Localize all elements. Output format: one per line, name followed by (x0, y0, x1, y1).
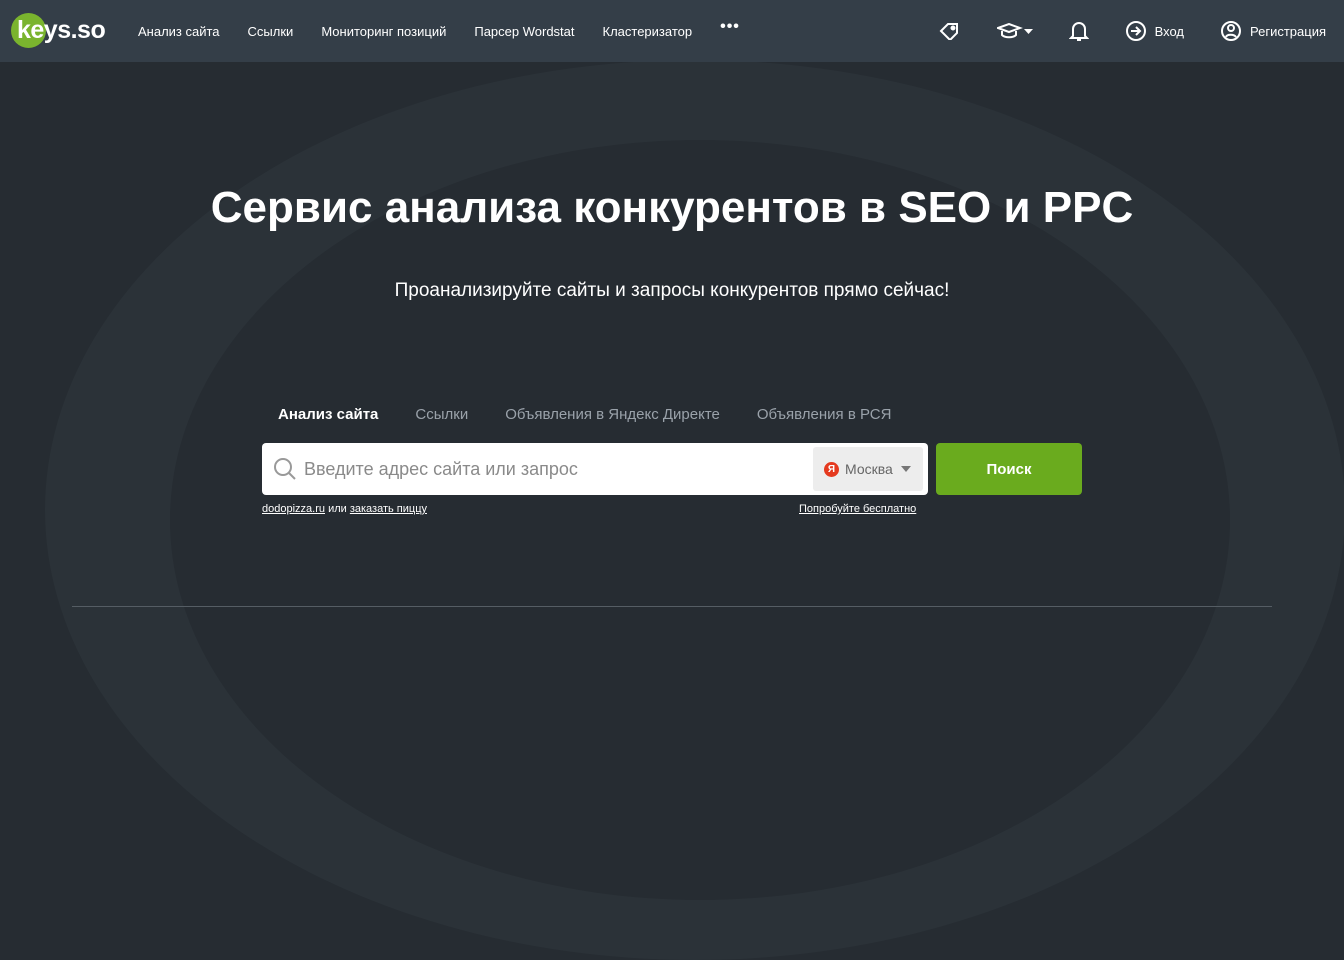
tags-icon[interactable] (939, 22, 961, 40)
main-nav: Анализ сайта Ссылки Мониторинг позиций П… (138, 18, 768, 39)
tab-rsya-ads[interactable]: Объявления в РСЯ (757, 406, 892, 423)
register-button[interactable]: Регистрация (1220, 20, 1326, 42)
example-site-link[interactable]: dodopizza.ru (262, 503, 325, 515)
tab-site-analysis[interactable]: Анализ сайта (278, 406, 378, 423)
background-ring-inner (170, 140, 1230, 900)
page-title: Сервис анализа конкурентов в SEO и PPC (210, 183, 1134, 232)
search-tabs: Анализ сайта Ссылки Объявления в Яндекс … (278, 406, 928, 423)
divider (72, 606, 1272, 607)
nav-position-monitoring[interactable]: Мониторинг позиций (321, 24, 446, 39)
nav-clusterizer[interactable]: Кластеризатор (603, 24, 693, 39)
chevron-down-icon (900, 466, 911, 477)
example-query-link[interactable]: заказать пиццу (350, 503, 427, 515)
search-icon (274, 458, 296, 480)
tab-links[interactable]: Ссылки (415, 406, 468, 423)
region-select[interactable]: Я Москва (813, 447, 923, 491)
page-subtitle: Проанализируйте сайты и запросы конкурен… (394, 280, 950, 301)
education-icon[interactable] (996, 23, 1033, 39)
nav-wordstat-parser[interactable]: Парсер Wordstat (474, 24, 574, 39)
user-add-icon (1221, 21, 1241, 41)
nav-site-analysis[interactable]: Анализ сайта (138, 24, 220, 39)
login-button[interactable]: Вход (1125, 20, 1184, 42)
nav-links[interactable]: Ссылки (248, 24, 294, 39)
bell-icon[interactable] (1068, 20, 1089, 42)
tab-yandex-direct-ads[interactable]: Объявления в Яндекс Директе (505, 406, 720, 423)
login-icon (1125, 21, 1146, 41)
search-input[interactable] (304, 453, 804, 485)
top-bar: keys.so Анализ сайта Ссылки Мониторинг п… (0, 0, 1344, 62)
search-box: ЯМосква (262, 443, 928, 495)
search-examples: dodopizza.ru или заказать пиццу (262, 503, 427, 515)
logo[interactable]: keys.so (11, 11, 111, 51)
yandex-icon: Я (824, 461, 839, 477)
more-menu-icon[interactable]: ••• (720, 18, 740, 39)
search-button[interactable]: Поиск (936, 443, 1082, 495)
try-free-link[interactable]: Попробуйте бесплатно (799, 503, 916, 515)
